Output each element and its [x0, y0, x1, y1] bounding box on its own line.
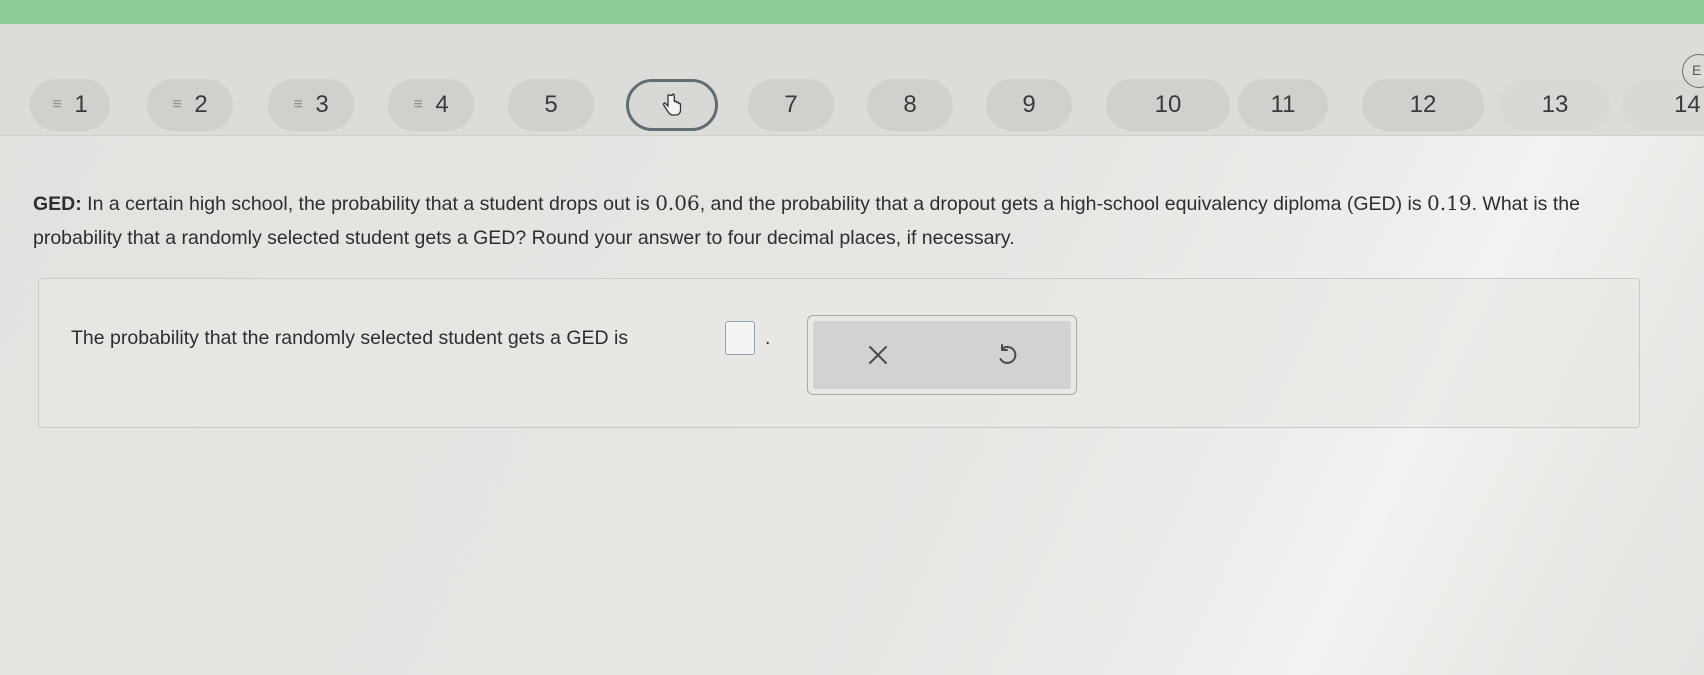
x-icon [868, 346, 887, 364]
question-topic: GED: [33, 193, 82, 215]
clear-button[interactable] [848, 330, 908, 380]
nav-question-7[interactable]: 7 [748, 79, 834, 131]
answer-area: The probability that the randomly select… [38, 278, 1640, 428]
nav-question-14[interactable]: 14 [1622, 79, 1704, 131]
answered-lines-icon: ≡ [172, 96, 181, 113]
answer-prompt: The probability that the randomly select… [71, 327, 629, 349]
nav-question-5[interactable]: 5 [508, 79, 594, 131]
nav-question-4[interactable]: ≡ 4 [388, 79, 474, 131]
ged-probability: 0.19 [1427, 191, 1472, 215]
question-part-2: , and the probability that a dropout get… [699, 193, 1428, 215]
nav-question-2[interactable]: ≡ 2 [147, 79, 233, 131]
question-navigation: ≡ 1 ≡ 2 ≡ 3 ≡ 4 5 7 8 9 10 11 12 13 14 E [0, 24, 1704, 136]
nav-question-13[interactable]: 13 [1500, 79, 1610, 131]
nav-question-6-current[interactable] [626, 79, 718, 131]
question-part-1: In a certain high school, the probabilit… [81, 193, 656, 215]
answer-period: . [765, 327, 771, 349]
nav-question-12[interactable]: 12 [1362, 79, 1484, 131]
answer-tools-panel [807, 315, 1077, 395]
nav-question-11[interactable]: 11 [1238, 79, 1328, 131]
undo-button[interactable] [977, 330, 1037, 380]
answered-lines-icon: ≡ [52, 96, 61, 113]
top-progress-bar [0, 0, 1704, 24]
dropout-probability: 0.06 [655, 191, 700, 215]
nav-question-8[interactable]: 8 [867, 79, 953, 131]
undo-icon [999, 344, 1016, 364]
nav-question-10[interactable]: 10 [1106, 79, 1230, 131]
nav-question-3[interactable]: ≡ 3 [268, 79, 354, 131]
answered-lines-icon: ≡ [293, 96, 302, 113]
question-text: GED: In a certain high school, the proba… [33, 186, 1673, 255]
nav-question-1[interactable]: ≡ 1 [30, 79, 110, 131]
hand-pointer-icon [662, 93, 682, 116]
answered-lines-icon: ≡ [413, 96, 422, 113]
answer-input[interactable] [725, 321, 755, 355]
nav-question-9[interactable]: 9 [986, 79, 1072, 131]
